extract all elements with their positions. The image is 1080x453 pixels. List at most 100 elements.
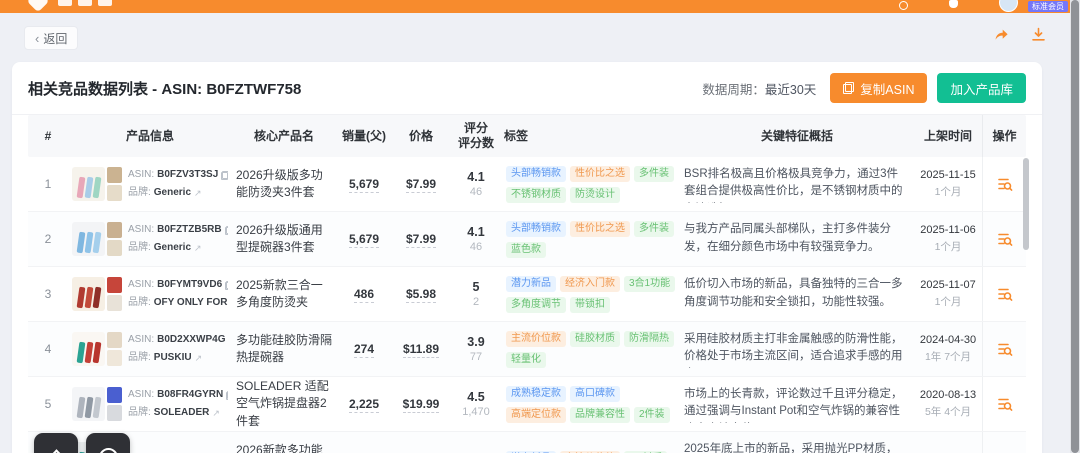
rating-count: 2: [472, 296, 480, 308]
view-detail-button[interactable]: [997, 341, 1013, 357]
data-period-value: 最近30天: [764, 82, 817, 97]
feature-summary: 2025年底上市的新品，采用抛光PP材质，通过三件混色装满: [684, 443, 898, 453]
product-thumbnail[interactable]: [72, 387, 122, 421]
product-thumbnail[interactable]: [72, 167, 122, 201]
product-name-cell: SOLEADER 适配空气炸锅提盘器2件套: [232, 378, 336, 430]
view-detail-button[interactable]: [997, 396, 1013, 412]
data-period: 数据周期：最近30天: [702, 79, 816, 98]
share-button[interactable]: [993, 27, 1009, 42]
external-link-icon[interactable]: ↗: [212, 408, 220, 418]
sales-value[interactable]: 5,679: [348, 232, 380, 248]
product-core-name: 2026升级版通用型提碗器3件套: [236, 222, 323, 254]
download-button[interactable]: [1031, 27, 1046, 42]
features-cell: 市场上的长青款，评论数过千且评分稳定，通过强调与Instant Pot和空气炸锅…: [680, 386, 914, 423]
asin-line: ASIN:B08FR4GYRN↗: [128, 386, 228, 404]
tag-list: 头部畅销款 性价比之选 多件装 不锈钢材质 防烫设计: [506, 165, 676, 203]
membership-badge: 标准会员: [1028, 1, 1068, 12]
view-detail-button[interactable]: [997, 231, 1013, 247]
back-to-top-button[interactable]: [34, 433, 78, 453]
copy-icon[interactable]: [224, 225, 228, 235]
tag: 轻量化: [506, 351, 546, 368]
table-row[interactable]: 1ASIN:B0FZV3T3SJ↗品牌:Generic↗2026升级版多功能防烫…: [28, 157, 1026, 212]
features-cell: BSR排名极高且价格极具竞争力，通过3件套组合提供极高性价比，是不锈钢材质中的主…: [680, 166, 914, 203]
view-detail-button[interactable]: [997, 286, 1013, 302]
view-detail-button[interactable]: [997, 176, 1013, 192]
tag: 带锁扣: [570, 296, 610, 313]
help-icon[interactable]: [899, 1, 908, 10]
copy-icon[interactable]: [226, 390, 228, 400]
brand-label: 品牌:: [128, 297, 151, 308]
price-value[interactable]: $7.99: [405, 232, 437, 248]
price-value[interactable]: $11.89: [402, 342, 440, 358]
sales-value[interactable]: 274: [353, 342, 375, 358]
asin-label: ASIN:: [128, 224, 155, 235]
product-core-name: 2026新款多功能混色防: [236, 442, 323, 453]
product-image: [72, 332, 105, 366]
sales-cell: 5,679: [336, 232, 392, 248]
notification-bell-icon[interactable]: [949, 0, 958, 8]
asin-label: ASIN:: [128, 389, 155, 400]
product-core-name: 2026升级版多功能防烫夹3件套: [236, 167, 323, 199]
customer-service-button[interactable]: [86, 433, 130, 453]
product-image-detail: [107, 167, 122, 183]
feature-summary: 与我方产品同属头部梯队，主打多件装分发，在细分颜色市场中有较强竞争力。: [684, 223, 891, 253]
table-row[interactable]: 3ASIN:B0FYMT9VD6↗品牌:OFY ONLY FOR ...↗202…: [28, 267, 1026, 322]
tag-list: 头部畅销款 性价比之选 多件装 蓝色款: [506, 220, 676, 258]
rating-cell: 4.1 46: [450, 170, 502, 198]
product-thumbnail[interactable]: [72, 332, 122, 366]
product-image-detail: [92, 231, 101, 254]
product-image-detail: [76, 176, 85, 199]
features-cell: 低价切入市场的新品，具备独特的三合一多角度调节功能和安全锁扣，功能性较强。: [680, 276, 914, 312]
asin-value: B08FR4GYRN: [157, 389, 224, 400]
product-image-detail: [76, 341, 85, 364]
row-index: 1: [44, 177, 52, 191]
tag: 硅胶材质: [570, 330, 620, 347]
table-row[interactable]: 6ASIN:B0G6L8Q23X↗2026新款多功能混色防15$9.995潜力新…: [28, 432, 1026, 453]
external-link-icon[interactable]: ↗: [194, 243, 202, 253]
listed-age: 5年 4个月: [924, 406, 972, 418]
price-value[interactable]: $5.98: [405, 287, 437, 303]
copy-asin-button[interactable]: 复制ASIN: [830, 73, 928, 103]
competitor-data-card: 相关竞品数据列表 - ASIN: B0FZTWF758 数据周期：最近30天 复…: [12, 62, 1042, 453]
sales-value[interactable]: 5,679: [348, 177, 380, 193]
page-scrollbar[interactable]: [1070, 0, 1080, 453]
brand-label: 品牌:: [128, 242, 151, 253]
copy-icon[interactable]: [225, 280, 228, 290]
card-header: 相关竞品数据列表 - ASIN: B0FZTWF758 数据周期：最近30天 复…: [12, 62, 1042, 115]
back-button[interactable]: ‹ 返回: [24, 26, 79, 50]
page-scrollbar-thumb[interactable]: [1071, 0, 1079, 453]
table-row[interactable]: 5ASIN:B08FR4GYRN↗品牌:SOLEADER↗SOLEADER 适配…: [28, 377, 1026, 432]
external-link-icon[interactable]: ↗: [194, 188, 202, 198]
brand-value: PUSKIU: [153, 352, 192, 363]
brand-line: 品牌: Generic ↗: [128, 239, 228, 257]
brand-label: 品牌:: [128, 407, 151, 418]
table-row[interactable]: 4ASIN:B0D2XXWP4G↗品牌:PUSKIU↗多功能硅胶防滑隔热提碗器2…: [28, 322, 1026, 377]
action-cell: [982, 377, 1026, 431]
rating-cell: 4.5 1,470: [450, 390, 502, 418]
app-logo-text: [78, 0, 92, 6]
action-cell: [982, 322, 1026, 376]
price-value[interactable]: $7.99: [405, 177, 437, 193]
tag-list: 主流价位款 硅胶材质 防滑隔热 轻量化: [506, 330, 676, 368]
product-thumbnail[interactable]: [72, 222, 122, 256]
product-image-detail: [107, 387, 122, 403]
brand-label: 品牌:: [128, 187, 151, 198]
table-scrollbar[interactable]: [1023, 158, 1029, 250]
rating-value: 4.1: [467, 170, 485, 184]
user-avatar[interactable]: [999, 0, 1018, 12]
copy-icon[interactable]: [221, 170, 228, 180]
price-value[interactable]: $19.99: [402, 397, 440, 413]
add-to-product-library-button[interactable]: 加入产品库: [937, 73, 1026, 103]
tag: 主流价位款: [506, 330, 566, 347]
rating-count: 77: [469, 351, 483, 363]
table-row[interactable]: 2ASIN:B0FZTZB5RB↗品牌:Generic↗2026升级版通用型提碗…: [28, 212, 1026, 267]
tag: 性价比之选: [570, 165, 630, 182]
product-thumbnail[interactable]: [72, 277, 122, 311]
sales-value[interactable]: 486: [353, 287, 375, 303]
product-image-detail: [107, 222, 122, 238]
asin-label: ASIN:: [128, 334, 155, 345]
product-info-cell: ASIN:B0D2XXWP4G↗品牌:PUSKIU↗: [68, 331, 232, 367]
sales-value[interactable]: 2,225: [348, 397, 380, 413]
asin-line: ASIN:B0FYMT9VD6↗: [128, 276, 228, 294]
external-link-icon[interactable]: ↗: [195, 353, 203, 363]
